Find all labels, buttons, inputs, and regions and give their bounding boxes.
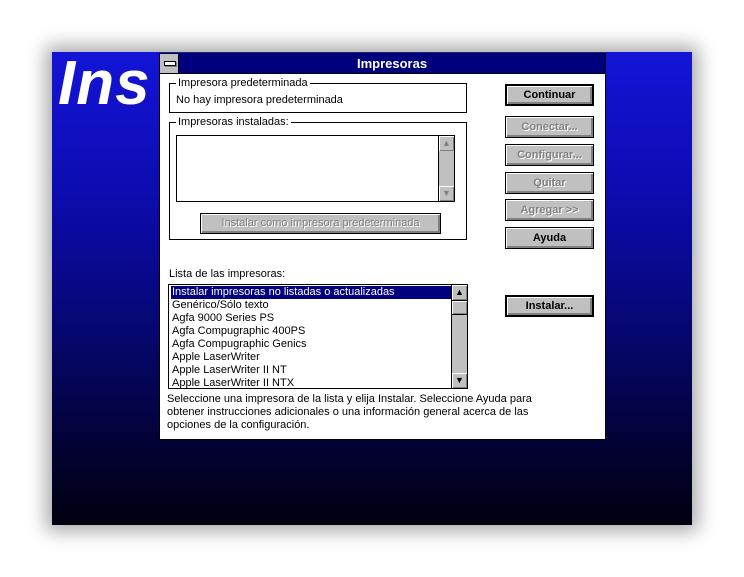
dialog-title: Impresoras bbox=[356, 56, 428, 71]
remove-button[interactable]: Quitar bbox=[505, 172, 594, 194]
dialog-title-bar[interactable]: Impresoras bbox=[160, 54, 605, 74]
add-button-label: Agregar >> bbox=[520, 204, 579, 216]
remove-button-label: Quitar bbox=[533, 177, 566, 189]
installed-printers-list[interactable]: ▲ ▼ bbox=[176, 135, 455, 202]
list-item[interactable]: Agfa Compugraphic Genics bbox=[171, 338, 307, 351]
installed-printers-legend: Impresoras instaladas: bbox=[176, 115, 291, 129]
printer-list[interactable]: Instalar impresoras no listadas o actual… bbox=[168, 284, 468, 389]
help-text-line-1: Seleccione una impresora de la lista y e… bbox=[167, 393, 532, 405]
printers-dialog: Impresoras Impresora predeterminada No h… bbox=[159, 53, 606, 440]
help-button[interactable]: Ayuda bbox=[505, 227, 594, 249]
list-item[interactable]: Apple LaserWriter II NT bbox=[171, 364, 287, 377]
list-item[interactable]: Genérico/Sólo texto bbox=[171, 299, 269, 312]
install-button[interactable]: Instalar... bbox=[505, 295, 594, 317]
printer-list-scrollbar[interactable]: ▲ ▼ bbox=[451, 285, 467, 388]
list-item[interactable]: Apple LaserWriter II NTX bbox=[171, 377, 294, 388]
connect-button-label: Conectar... bbox=[521, 121, 578, 133]
list-item[interactable]: Instalar impresoras no listadas o actual… bbox=[170, 285, 452, 300]
installed-list-scrollbar[interactable]: ▲ ▼ bbox=[438, 136, 454, 201]
system-menu-icon[interactable] bbox=[160, 54, 179, 73]
add-button[interactable]: Agregar >> bbox=[505, 199, 594, 221]
scroll-up-arrow-icon[interactable]: ▲ bbox=[439, 136, 454, 151]
list-item[interactable]: Apple LaserWriter bbox=[171, 351, 260, 364]
default-printer-legend: Impresora predeterminada bbox=[176, 76, 310, 90]
configure-button-label: Configurar... bbox=[517, 149, 582, 161]
default-printer-value: No hay impresora predeterminada bbox=[176, 94, 343, 106]
scroll-down-arrow-icon[interactable]: ▼ bbox=[439, 186, 454, 201]
install-button-label: Instalar... bbox=[525, 300, 574, 312]
set-default-printer-button[interactable]: Instalar como impresora predeterminada bbox=[200, 213, 441, 234]
scroll-down-arrow-icon[interactable]: ▼ bbox=[452, 373, 467, 388]
help-text-line-3: opciones de la configuración. bbox=[167, 419, 310, 431]
connect-button[interactable]: Conectar... bbox=[505, 116, 594, 138]
help-text-line-2: obtener instrucciones adicionales o una … bbox=[167, 406, 529, 418]
printer-list-label: Lista de las impresoras: bbox=[169, 268, 286, 280]
default-printer-group: Impresora predeterminada No hay impresor… bbox=[169, 76, 467, 113]
list-item[interactable]: Agfa Compugraphic 400PS bbox=[171, 325, 305, 338]
setup-background-title: Ins bbox=[58, 52, 151, 118]
scroll-thumb[interactable] bbox=[452, 300, 467, 315]
continue-button-label: Continuar bbox=[523, 89, 576, 101]
configure-button[interactable]: Configurar... bbox=[505, 144, 594, 166]
help-button-label: Ayuda bbox=[532, 232, 567, 244]
continue-button[interactable]: Continuar bbox=[505, 84, 594, 106]
scroll-up-arrow-icon[interactable]: ▲ bbox=[452, 285, 467, 300]
list-item[interactable]: Agfa 9000 Series PS bbox=[171, 312, 274, 325]
installed-printers-group: Impresoras instaladas: ▲ ▼ Instalar como… bbox=[169, 115, 467, 240]
